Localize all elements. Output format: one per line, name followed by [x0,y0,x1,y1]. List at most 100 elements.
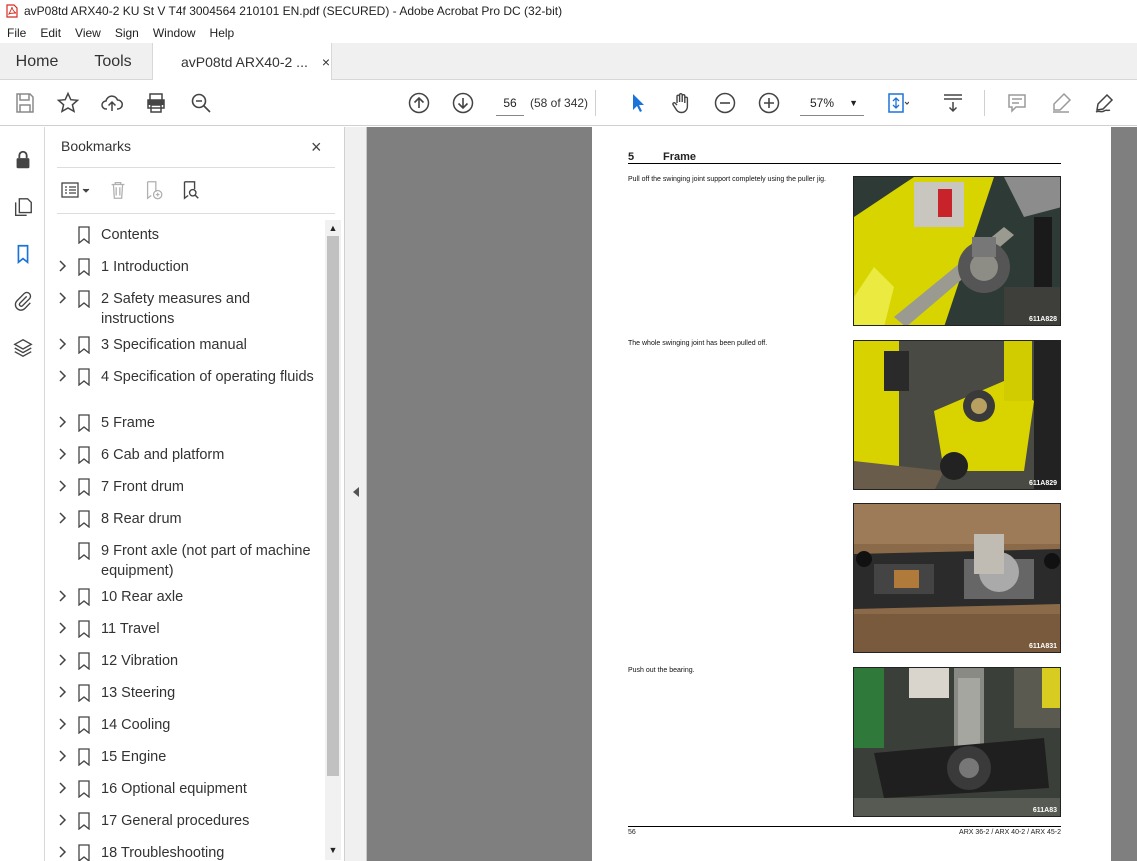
chevron-right-icon[interactable] [57,292,69,304]
attachment-icon[interactable] [10,288,36,314]
delete-bookmark-icon[interactable] [105,177,131,203]
bookmark-icon [78,446,90,464]
chevron-right-icon[interactable] [57,370,69,382]
next-page-icon[interactable] [450,90,476,116]
bookmark-icon [78,620,90,638]
select-pointer-icon[interactable] [625,90,651,116]
section-number: 5 [628,151,635,163]
layers-icon[interactable] [10,335,36,361]
photo-image [854,341,1060,489]
tab-home[interactable]: Home [0,43,74,80]
menu-sign[interactable]: Sign [108,26,146,40]
menu-window[interactable]: Window [146,26,203,40]
collapse-pane-icon[interactable] [353,487,359,497]
pdf-file-icon [6,4,18,18]
chevron-right-icon[interactable] [57,622,69,634]
photo-image [854,177,1060,325]
save-icon[interactable] [12,90,38,116]
chevron-right-icon[interactable] [57,782,69,794]
step-photo: 611A831 [853,503,1061,653]
menu-file[interactable]: File [0,26,33,40]
previous-page-icon[interactable] [406,90,432,116]
bookmark-icon [78,748,90,766]
image-code: 611A83 [1032,807,1057,814]
page-number-input[interactable]: 56 [496,90,524,116]
chevron-right-icon[interactable] [57,750,69,762]
tab-document[interactable]: avP08td ARX40-2 ... × [152,43,332,81]
scrolling-mode-icon[interactable] [940,90,966,116]
step-caption: Push out the bearing. [628,667,695,674]
bookmark-icon [78,780,90,798]
bookmark-icon [78,684,90,702]
find-bookmark-icon[interactable] [177,177,203,203]
pdf-page: 5 Frame Pull off the swinging joint supp… [592,127,1111,861]
bookmark-label: 14 Cooling [101,717,171,733]
section-title: Frame [663,151,697,163]
zoom-out-icon[interactable] [712,90,738,116]
bookmark-label: 16 Optional equipment [101,781,247,797]
photo-image [854,504,1060,652]
bookmark-icon [78,542,90,560]
zoom-search-icon[interactable] [188,90,214,116]
bookmark-icon [78,510,90,528]
zoom-level-value: 57% [810,96,835,110]
step-photo: 611A828 [853,176,1061,326]
highlight-pen-icon[interactable] [1048,90,1074,116]
scrollbar-thumb[interactable] [327,236,339,776]
bookmark-label: 4 Specification of operating fluids [101,369,314,385]
chevron-right-icon[interactable] [57,590,69,602]
menu-help[interactable]: Help [203,26,242,40]
chevron-right-icon[interactable] [57,480,69,492]
chevron-right-icon[interactable] [57,448,69,460]
bookmark-label: 2 Safety measures and instructions [101,291,251,327]
bookmarks-scrollbar[interactable]: ▲ ▼ [325,220,341,860]
draw-signature-icon[interactable] [1092,90,1118,116]
chevron-right-icon[interactable] [57,814,69,826]
scroll-up-icon[interactable]: ▲ [325,220,341,236]
star-icon[interactable] [55,90,81,116]
image-code: 611A828 [1028,316,1057,323]
chevron-right-icon[interactable] [57,654,69,666]
bookmark-icon [78,290,90,308]
scroll-down-icon[interactable]: ▼ [325,842,341,858]
bookmark-panel-icon[interactable] [10,241,36,267]
menu-view[interactable]: View [68,26,108,40]
zoom-in-icon[interactable] [756,90,782,116]
bookmark-label: 3 Specification manual [101,337,247,353]
fit-page-icon[interactable] [884,90,910,116]
hand-tool-icon[interactable] [668,90,694,116]
bookmarks-panel: Bookmarks × Contents 1 Introduction 2 Sa… [45,127,345,861]
tab-close-icon[interactable]: × [322,54,330,70]
chevron-right-icon[interactable] [57,416,69,428]
close-icon[interactable]: × [311,137,322,158]
pane-splitter[interactable] [345,127,367,861]
navigation-pane [0,127,45,861]
comment-icon[interactable] [1004,90,1030,116]
menu-edit[interactable]: Edit [33,26,68,40]
lock-icon[interactable] [10,147,36,173]
chevron-right-icon[interactable] [57,512,69,524]
zoom-level-select[interactable]: 57% ▼ [800,90,864,116]
chevron-right-icon[interactable] [57,718,69,730]
bookmark-label: 6 Cab and platform [101,447,225,463]
new-bookmark-icon[interactable] [141,177,167,203]
chevron-right-icon[interactable] [57,686,69,698]
chevron-right-icon[interactable] [57,338,69,350]
bookmark-icon [78,588,90,606]
chevron-right-icon[interactable] [57,260,69,272]
bookmark-label: 15 Engine [101,749,167,765]
menu-bar: File Edit View Sign Window Help [0,22,1137,43]
tab-bar: Home Tools avP08td ARX40-2 ... × [0,43,1137,81]
page-thumbnails-icon[interactable] [10,194,36,220]
footer-model: ARX 36-2 / ARX 40-2 / ARX 45-2 [959,829,1061,836]
document-viewer[interactable]: 5 Frame Pull off the swinging joint supp… [367,127,1137,861]
tab-tools[interactable]: Tools [74,43,152,80]
upload-cloud-icon[interactable] [99,90,125,116]
chevron-right-icon[interactable] [57,846,69,858]
bookmark-options-icon[interactable] [59,177,95,203]
print-icon[interactable] [143,90,169,116]
bookmark-icon [78,368,90,386]
step-photo: 611A83 [853,667,1061,817]
bookmark-label: 5 Frame [101,415,155,431]
bookmark-label: 12 Vibration [101,653,179,669]
